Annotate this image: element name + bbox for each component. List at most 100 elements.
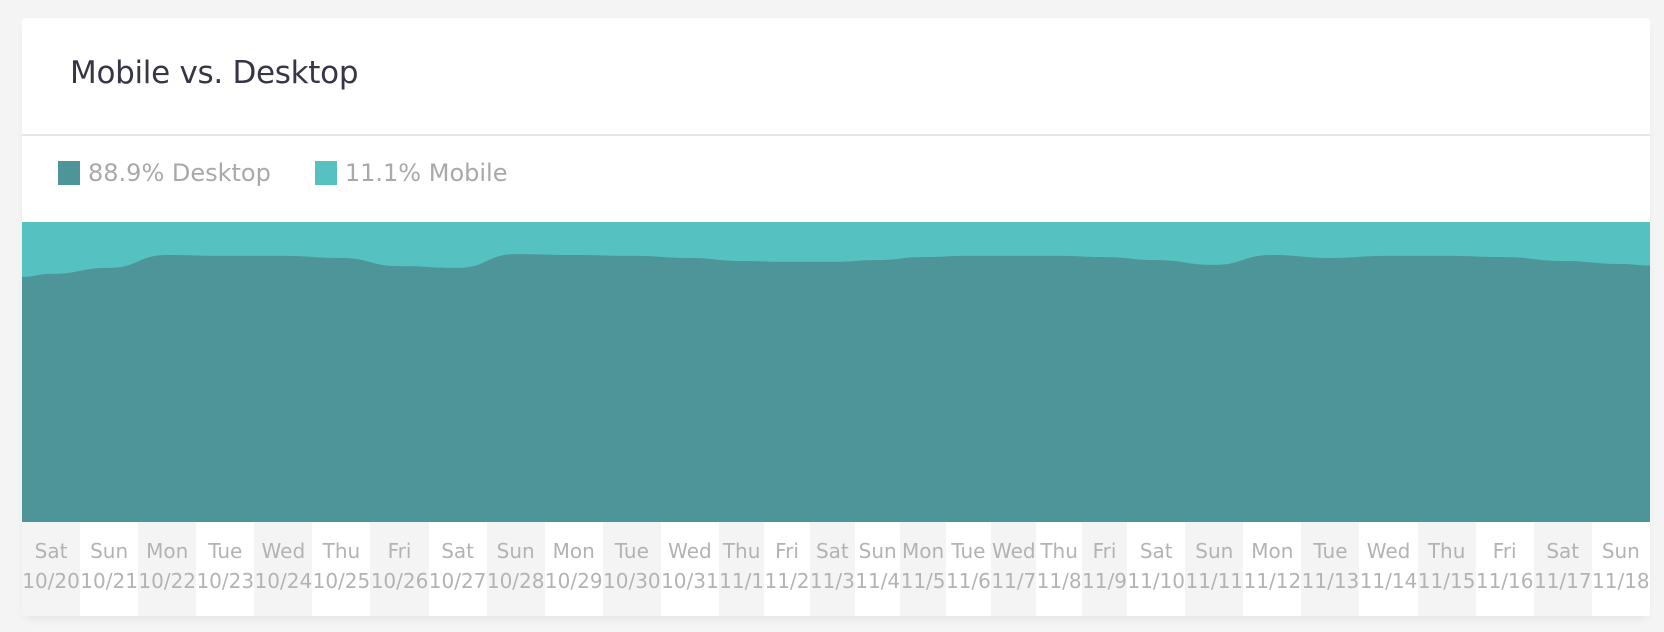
x-tick-date: 10/30: [603, 569, 661, 593]
x-tick-day: Mon: [552, 539, 595, 563]
x-tick-day: Fri: [775, 539, 799, 563]
x-tick-11-14: Wed 11/14: [1359, 522, 1418, 616]
x-tick-day: Fri: [1092, 539, 1117, 563]
x-tick-date: 11/18: [1592, 569, 1650, 593]
x-tick-date: 11/2: [764, 569, 810, 593]
x-tick-day: Mon: [901, 539, 945, 563]
x-tick-10-23: Tue 10/23: [196, 522, 254, 616]
x-tick-day: Sat: [815, 539, 849, 563]
x-axis: Sat 10/20 Sun 10/21 Mon 10/22 Tue 10/23 Wed 10/24…: [22, 522, 1650, 616]
x-tick-10-21: Sun 10/21: [80, 522, 138, 616]
x-tick-date: 11/11: [1185, 569, 1244, 593]
chart-legend: 88.9% Desktop 11.1% Mobile: [22, 136, 1650, 222]
x-tick-date: 10/26: [370, 569, 429, 593]
x-tick-date: 11/4: [855, 569, 901, 593]
legend-label-mobile: 11.1% Mobile: [344, 159, 508, 187]
x-tick-date: 11/1: [719, 569, 765, 593]
x-tick-date: 11/12: [1243, 569, 1302, 593]
legend-item-desktop[interactable]: 88.9% Desktop: [58, 159, 271, 187]
x-tick-10-27: Sat 10/27: [429, 522, 487, 616]
x-tick-date: 10/22: [138, 569, 197, 593]
x-tick-date: 11/8: [1036, 569, 1082, 593]
x-tick-day: Sun: [496, 539, 535, 563]
x-tick-day: Sat: [441, 539, 474, 563]
x-tick-day: Fri: [1492, 539, 1517, 563]
x-tick-day: Wed: [261, 539, 306, 563]
x-tick-11-8: Thu 11/8: [1036, 522, 1082, 616]
x-tick-date: 11/13: [1301, 569, 1360, 593]
x-tick-10-25: Thu 10/25: [312, 522, 371, 616]
x-tick-date: 11/9: [1082, 569, 1127, 593]
x-tick-day: Tue: [208, 539, 243, 563]
legend-item-mobile[interactable]: 11.1% Mobile: [314, 159, 508, 187]
x-tick-date: 10/28: [486, 569, 545, 593]
x-tick-10-26: Fri 10/26: [370, 522, 429, 616]
chart-card: Mobile vs. Desktop 88.9% Desktop 11.1% M…: [22, 18, 1650, 616]
x-tick-day: Sat: [34, 539, 68, 563]
x-tick-11-12: Mon 11/12: [1243, 522, 1302, 616]
x-tick-day: Thu: [1040, 539, 1078, 563]
x-tick-date: 11/17: [1533, 569, 1592, 593]
x-tick-date: 10/20: [22, 569, 80, 593]
x-tick-day: Wed: [1366, 539, 1411, 563]
x-tick-date: 11/10: [1127, 569, 1186, 593]
legend-swatch-desktop: [58, 161, 80, 185]
x-tick-date: 10/31: [661, 569, 719, 593]
x-tick-10-22: Mon 10/22: [138, 522, 197, 616]
x-tick-10-28: Sun 10/28: [486, 522, 545, 616]
area-desktop: [22, 254, 1650, 522]
x-tick-11-18: Sun 11/18: [1592, 522, 1650, 616]
x-tick-day: Thu: [322, 539, 361, 563]
x-tick-date: 11/5: [900, 569, 946, 593]
chart-title: Mobile vs. Desktop: [70, 55, 359, 91]
x-tick-11-10: Sat 11/10: [1127, 522, 1185, 616]
x-tick-day: Thu: [1427, 539, 1466, 563]
x-tick-date: 10/24: [254, 569, 313, 593]
x-tick-day: Wed: [668, 539, 712, 563]
x-tick-10-20: Sat 10/20: [22, 522, 81, 616]
x-tick-11-3: Sat 11/3: [809, 522, 856, 616]
x-tick-day: Wed: [991, 539, 1036, 563]
x-tick-date: 11/3: [809, 569, 855, 593]
x-tick-10-29: Mon 10/29: [545, 522, 603, 616]
x-tick-11-6: Tue 11/6: [946, 522, 991, 616]
x-tick-date: 11/15: [1417, 569, 1476, 593]
area-chart: [22, 222, 1650, 522]
x-tick-day: Mon: [146, 539, 189, 563]
x-tick-date: 10/21: [80, 569, 138, 593]
x-tick-10-24: Wed 10/24: [254, 522, 313, 616]
x-tick-date: 10/29: [544, 569, 603, 593]
x-tick-11-13: Tue 11/13: [1301, 522, 1360, 616]
x-tick-10-30: Tue 10/30: [602, 522, 661, 616]
x-tick-day: Sun: [858, 539, 897, 563]
x-tick-day: Sun: [1195, 539, 1234, 563]
x-tick-day: Sun: [90, 539, 129, 563]
x-tick-11-4: Sun 11/4: [855, 522, 900, 616]
legend-swatch-mobile: [314, 161, 337, 185]
x-tick-11-16: Fri 11/16: [1476, 522, 1534, 616]
x-tick-11-7: Wed 11/7: [991, 522, 1037, 616]
x-tick-date: 11/6: [945, 569, 991, 593]
x-tick-11-11: Sun 11/11: [1185, 522, 1244, 616]
x-tick-date: 11/14: [1359, 569, 1418, 593]
x-tick-date: 10/23: [196, 569, 255, 593]
x-tick-10-31: Wed 10/31: [661, 522, 719, 616]
x-tick-day: Tue: [1313, 539, 1348, 563]
x-tick-day: Fri: [387, 539, 412, 563]
x-tick-day: Tue: [951, 539, 986, 563]
x-tick-11-17: Sat 11/17: [1533, 522, 1592, 616]
x-tick-day: Sun: [1601, 539, 1640, 563]
x-tick-11-1: Thu 11/1: [718, 522, 765, 616]
x-tick-day: Mon: [1251, 539, 1294, 563]
x-tick-date: 10/25: [312, 569, 371, 593]
x-tick-11-15: Thu 11/15: [1417, 522, 1476, 616]
chart-plot-area: [22, 222, 1650, 522]
x-tick-date: 11/7: [991, 569, 1037, 593]
x-tick-day: Sat: [1546, 539, 1580, 563]
legend-label-desktop: 88.9% Desktop: [88, 159, 271, 187]
x-tick-11-5: Mon 11/5: [900, 522, 946, 616]
x-tick-date: 10/27: [428, 569, 487, 593]
x-tick-day: Tue: [614, 539, 649, 563]
x-tick-day: Thu: [722, 539, 761, 563]
x-tick-day: Sat: [1139, 539, 1173, 563]
